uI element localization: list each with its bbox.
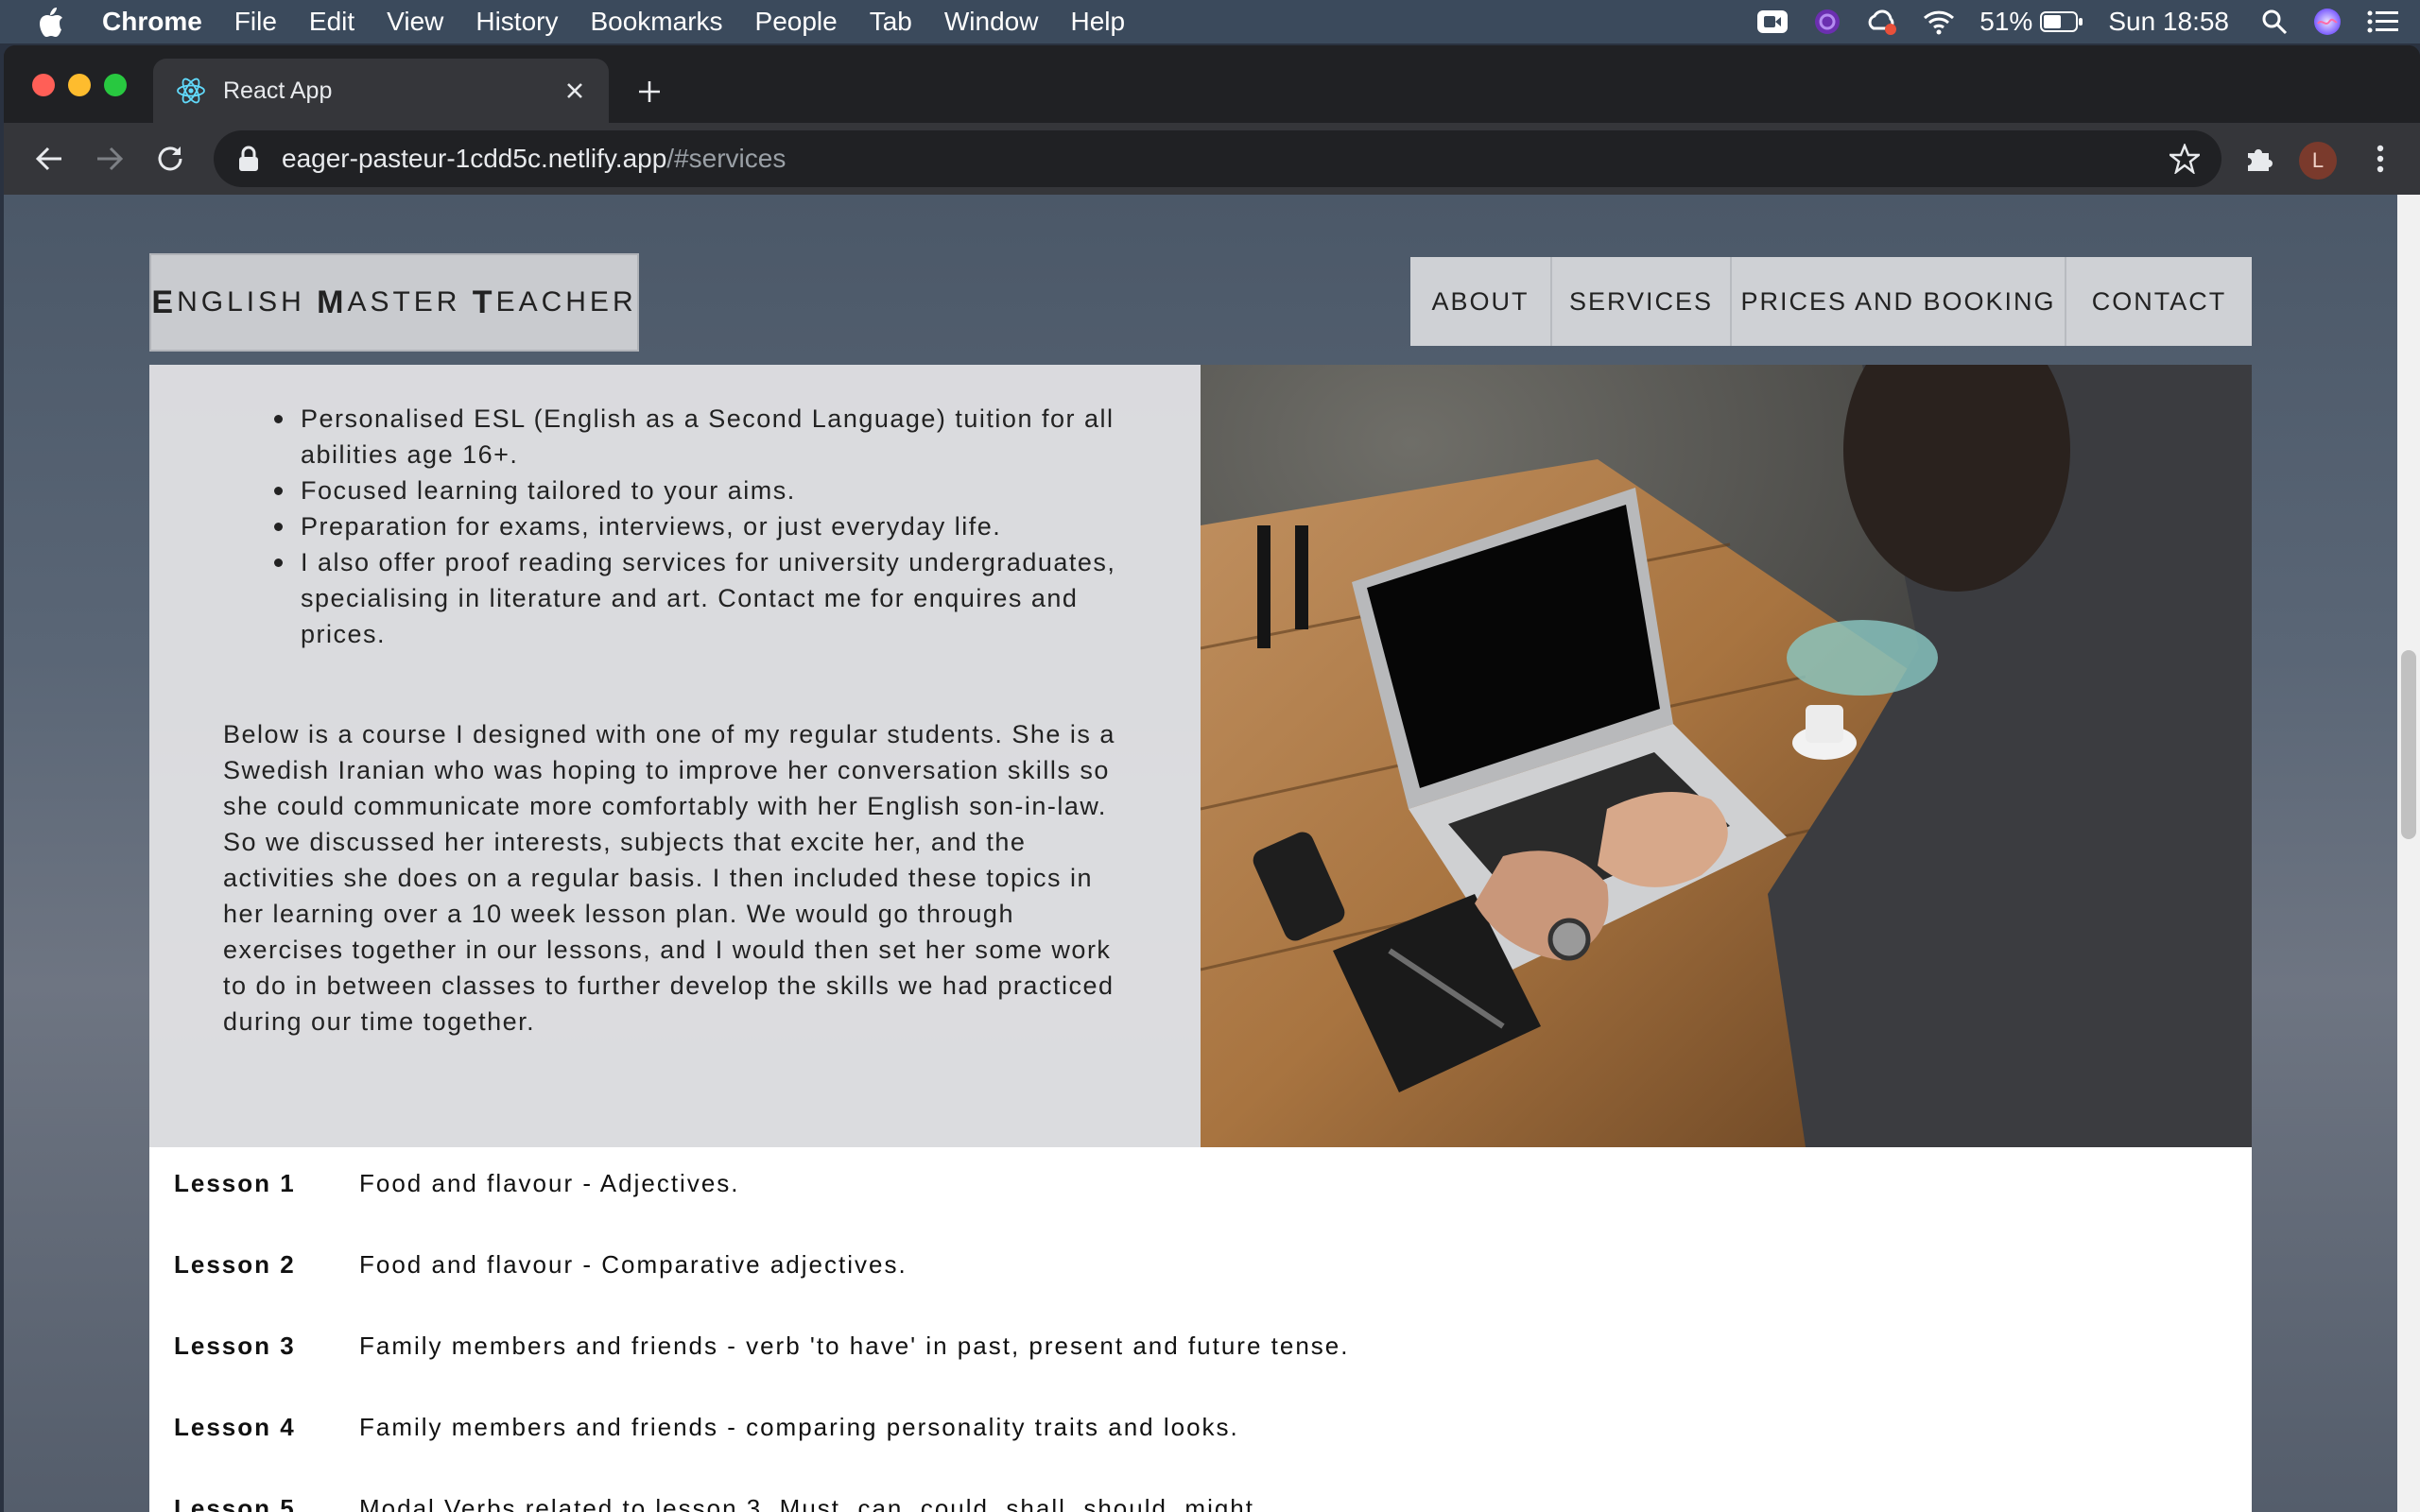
brand-letter-m: M: [317, 284, 348, 320]
services-text-panel: Personalised ESL (English as a Second La…: [149, 365, 1201, 1147]
wifi-icon[interactable]: [1923, 9, 1955, 35]
site-logo[interactable]: E NGLISH M ASTER T EACHER: [149, 253, 639, 352]
lesson-description: Food and flavour - Adjectives.: [359, 1168, 740, 1197]
zoom-window-button[interactable]: [104, 74, 127, 96]
page-viewport: E NGLISH M ASTER T EACHER ABOUT SERVICES PR…: [4, 195, 2420, 1512]
laptop-photo: [1201, 365, 2252, 1147]
battery-percent: 51%: [1979, 7, 2033, 36]
page-scrollbar[interactable]: [2397, 195, 2420, 1512]
menu-window[interactable]: Window: [944, 7, 1039, 37]
bookmark-star-icon[interactable]: [2169, 143, 2201, 175]
nav-services[interactable]: SERVICES: [1552, 257, 1732, 346]
course-description: Below is a course I designed with one of…: [223, 720, 1115, 1036]
menu-chrome[interactable]: Chrome: [102, 7, 202, 37]
cloud-sync-icon[interactable]: [1866, 8, 1898, 36]
menu-file[interactable]: File: [234, 7, 277, 37]
nav-prices-and-booking[interactable]: PRICES AND BOOKING: [1732, 257, 2066, 346]
brand-word-english: NGLISH: [177, 286, 318, 318]
notification-center-icon[interactable]: [2367, 9, 2399, 34]
nav-contact[interactable]: CONTACT: [2066, 257, 2252, 346]
more-menu-icon[interactable]: [2361, 140, 2399, 178]
battery-icon[interactable]: [2040, 10, 2083, 33]
menu-people[interactable]: People: [755, 7, 838, 37]
brand-letter-e: E: [151, 284, 178, 320]
brand-word-master: ASTER: [347, 286, 473, 318]
menu-bookmarks[interactable]: Bookmarks: [590, 7, 722, 37]
url-path: /#services: [666, 144, 786, 173]
video-icon[interactable]: [1756, 8, 1789, 36]
react-logo-icon: [176, 76, 206, 106]
menu-edit[interactable]: Edit: [309, 7, 354, 37]
extensions-puzzle-icon[interactable]: [2240, 140, 2278, 178]
forward-arrow-icon[interactable]: [91, 140, 129, 178]
close-tab-icon[interactable]: [562, 77, 588, 104]
list-item: I also offer proof reading services for …: [274, 544, 1132, 652]
menu-view[interactable]: View: [387, 7, 443, 37]
close-window-button[interactable]: [32, 74, 55, 96]
brand-word-teacher: EACHER: [495, 286, 637, 318]
clock[interactable]: Sun 18:58: [2108, 7, 2229, 37]
new-tab-icon[interactable]: [633, 76, 666, 108]
profile-avatar[interactable]: L: [2299, 142, 2337, 180]
list-item: Personalised ESL (English as a Second La…: [274, 401, 1132, 472]
menu-help[interactable]: Help: [1070, 7, 1125, 37]
tor-icon[interactable]: [1813, 8, 1841, 36]
siri-icon[interactable]: [2312, 7, 2342, 37]
scrollbar-thumb[interactable]: [2401, 650, 2416, 839]
lesson-number: Lesson 3: [174, 1331, 296, 1360]
spotlight-search-icon[interactable]: [2261, 9, 2288, 35]
back-arrow-icon[interactable]: [30, 140, 68, 178]
url-text[interactable]: eager-pasteur-1cdd5c.netlify.app/#servic…: [282, 144, 2169, 174]
list-item: Focused learning tailored to your aims.: [274, 472, 1132, 508]
lesson-description: Family members and friends - verb 'to ha…: [359, 1331, 1350, 1360]
lock-icon[interactable]: [238, 145, 263, 173]
lesson-description: Family members and friends - comparing p…: [359, 1412, 1239, 1441]
macos-menu-bar: Chrome File Edit View History Bookmarks …: [0, 0, 2420, 43]
lesson-number: Lesson 4: [174, 1412, 296, 1441]
nav-about[interactable]: ABOUT: [1410, 257, 1552, 346]
browser-toolbar: eager-pasteur-1cdd5c.netlify.app/#servic…: [4, 123, 2420, 195]
brand-letter-t: T: [472, 284, 496, 320]
services-list: Personalised ESL (English as a Second La…: [274, 401, 1132, 652]
lesson-number: Lesson 2: [174, 1249, 296, 1279]
url-host: eager-pasteur-1cdd5c.netlify.app: [282, 144, 667, 173]
tab-title: React App: [223, 77, 333, 104]
browser-window: React App eager-pasteur-1cdd5c.netlify.a…: [4, 45, 2420, 1512]
menu-tab[interactable]: Tab: [870, 7, 912, 37]
minimize-window-button[interactable]: [68, 74, 91, 96]
lesson-description: Food and flavour - Comparative adjective…: [359, 1249, 908, 1279]
lesson-plan-table: Lesson 1 Food and flavour - Adjectives. …: [149, 1147, 2252, 1512]
lesson-description: Modal Verbs related to lesson 3. Must, c…: [359, 1493, 1264, 1512]
apple-icon[interactable]: [38, 6, 66, 38]
lesson-number: Lesson 1: [174, 1168, 296, 1197]
reload-icon[interactable]: [151, 140, 189, 178]
site-nav: ABOUT SERVICES PRICES AND BOOKING CONTAC…: [1410, 257, 2252, 346]
tab-strip: React App: [4, 45, 2420, 123]
browser-tab[interactable]: React App: [153, 59, 609, 123]
list-item: Preparation for exams, interviews, or ju…: [274, 508, 1132, 544]
address-bar[interactable]: eager-pasteur-1cdd5c.netlify.app/#servic…: [214, 130, 2221, 187]
menu-history[interactable]: History: [475, 7, 558, 37]
lesson-number: Lesson 5: [174, 1493, 296, 1512]
